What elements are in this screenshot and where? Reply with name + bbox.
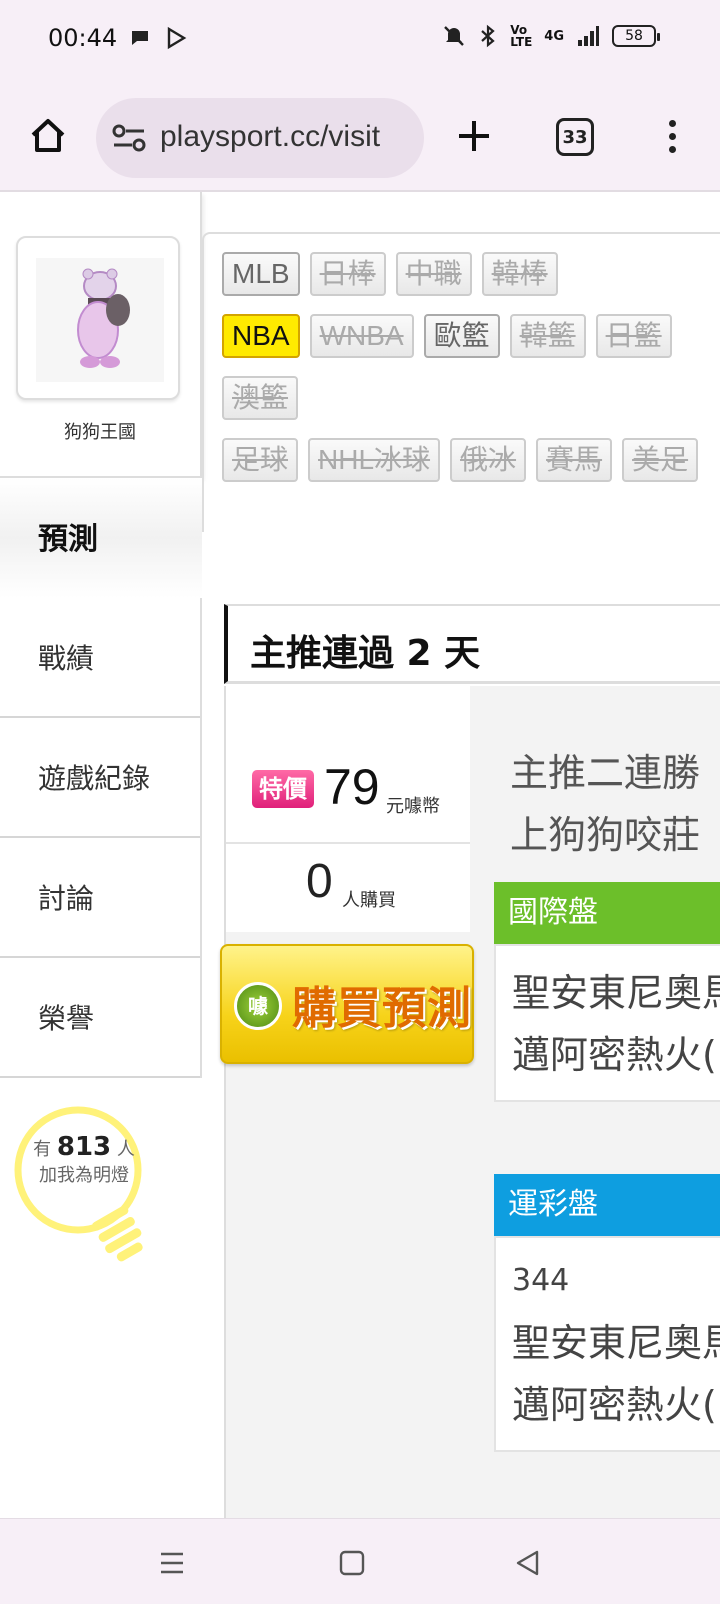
matchup-line: 聖安東尼奧馬 [512,971,720,1015]
mute-icon [444,26,465,46]
home-icon [31,119,65,152]
browser-menu-button[interactable] [656,108,688,164]
heading-text: 主推連過 2 天 [250,633,481,674]
menu-dot-icon [668,119,676,127]
league-chip-nba[interactable]: NBA [222,314,300,358]
web-page: 狗狗王國 預測 戰績 遊戲紀錄 討論 榮譽 有 813 人 加我為明燈 MLB … [0,192,720,1518]
league-chip: 中職 [395,252,472,296]
league-chip-euro-basketball[interactable]: 歐籃 [423,314,500,358]
menu-dot-icon [668,145,676,153]
prediction-description: 主推二連勝 上狗狗咬莊 [510,742,720,866]
status-bar: 00:44 Vo LTE 4G 58 [0,0,720,84]
league-chip: 足球 [222,438,299,482]
nav-item-game-history[interactable]: 遊戲紀錄 [0,718,200,838]
matchup-line: 邁阿密熱火( [512,1383,717,1427]
bluetooth-icon [481,24,495,48]
status-time: 00:44 [48,24,118,52]
profile-card: 狗狗王國 [0,192,202,478]
browser-toolbar: playsport.cc/visit 33 [0,84,720,192]
menu-dot-icon [668,132,676,140]
volte-icon: Vo LTE [510,23,533,49]
section-heading: 主推連過 2 天 [224,604,720,684]
league-row: NBA WNBA 歐籃 韓籃 日籃 [222,314,672,358]
price-unit: 元噱幣 [386,796,440,817]
league-chip: 賽馬 [536,438,613,482]
battery-icon: 58 [612,25,660,47]
menu-icon [161,1552,183,1574]
international-odds-body: 聖安東尼奧馬 邁阿密熱火( [494,944,720,1102]
follow-count-text: 有 813 人 加我為明燈 [14,1134,154,1189]
league-chip: WNBA [309,314,414,358]
follow-prefix: 有 [33,1139,52,1160]
league-chip: 澳籃 [222,376,299,420]
league-chip: NHL冰球 [308,438,441,482]
prediction-card: 特價 79 元噱幣 0 人購買 噱 購買預測 主推二連勝 上狗狗咬莊 國際盤 聖… [220,686,720,1518]
matchup-line: 聖安東尼奧馬 [512,1321,720,1365]
chat-icon [132,31,148,45]
league-filter: MLB 日棒 中職 韓棒 NBA WNBA 歐籃 韓籃 日籃 澳籃 足球 NHL… [202,232,720,532]
profile-nav: 戰績 遊戲紀錄 討論 榮譽 [0,598,202,1078]
url-text: playsport.cc/visit [160,120,381,153]
league-chip: 美足 [622,438,699,482]
follow-suffix: 人 [116,1139,135,1160]
network-type: 4G [544,28,564,44]
league-chip: 日棒 [309,252,386,296]
buyer-count: 0 [306,855,333,908]
site-settings-icon[interactable] [112,124,146,152]
buy-button-label: 購買預測 [292,983,472,1034]
home-nav-button[interactable] [332,1543,372,1583]
international-odds-header: 國際盤 [494,882,720,944]
description-line: 主推二連勝 [510,751,701,795]
address-bar[interactable]: playsport.cc/visit [96,98,424,178]
tab-switcher-button[interactable]: 33 [556,118,594,156]
home-button[interactable] [20,108,76,164]
league-chip: 韓籃 [509,314,586,358]
league-row: MLB 日棒 中職 韓棒 [222,252,558,296]
profile-name[interactable]: 狗狗王國 [0,418,200,444]
sports-lottery-header: 運彩盤 [494,1174,720,1236]
price-value: 79 [324,759,380,815]
signal-icon [578,26,599,46]
back-button[interactable] [508,1543,548,1583]
follow-caption: 加我為明燈 [39,1165,129,1186]
buyer-unit: 人購買 [342,890,396,911]
follow-count: 813 [56,1132,112,1162]
play-store-icon [167,26,187,50]
coin-icon: 噱 [234,982,282,1030]
avatar[interactable] [16,236,180,400]
league-chip: 韓棒 [481,252,558,296]
description-line: 上狗狗咬莊 [510,813,701,857]
game-code: 344 [512,1263,570,1298]
matchup-line: 邁阿密熱火( [512,1033,717,1077]
plus-icon [459,121,489,151]
league-row: 足球 NHL冰球 俄冰 賽馬 美足 [222,438,699,482]
nav-item-record[interactable]: 戰績 [0,598,200,718]
square-icon [339,1550,365,1576]
battery-level: 58 [625,28,643,44]
bear-figurine-image [36,258,164,382]
league-chip: 日籃 [595,314,672,358]
nav-item-predict[interactable]: 預測 [0,478,202,598]
nav-item-label: 預測 [38,522,98,557]
follow-bulb[interactable]: 有 813 人 加我為明燈 [14,1102,164,1272]
recents-button[interactable] [152,1543,192,1583]
system-nav-bar [0,1518,720,1604]
divider [226,842,470,844]
buy-prediction-button[interactable]: 噱 購買預測 [220,944,474,1064]
back-triangle-icon [516,1550,539,1576]
sale-badge: 特價 [252,770,314,808]
price-box: 特價 79 元噱幣 0 人購買 [226,686,470,932]
nav-item-discussion[interactable]: 討論 [0,838,200,958]
nav-item-honor[interactable]: 榮譽 [0,958,200,1078]
league-chip-mlb[interactable]: MLB [222,252,300,296]
new-tab-button[interactable] [446,108,502,164]
sports-lottery-body: 344 聖安東尼奧馬 邁阿密熱火( [494,1236,720,1452]
league-row: 澳籃 [222,376,299,420]
league-chip: 俄冰 [450,438,527,482]
